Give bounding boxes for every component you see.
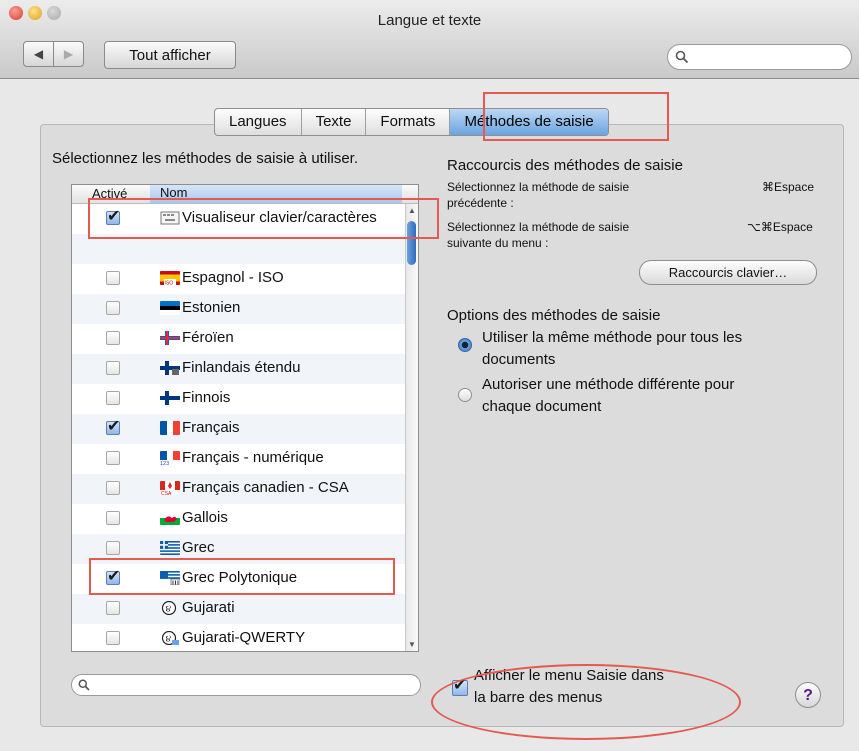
search-icon: [675, 50, 689, 64]
back-arrow-icon: ◀: [33, 47, 44, 61]
wales-flag-icon: [160, 511, 180, 525]
previous-shortcut-label-line1: Sélectionnez la méthode de saisie: [447, 180, 630, 194]
checkbox-enabled[interactable]: [106, 631, 120, 645]
list-item-label: Gujarati: [182, 599, 235, 616]
finland-extended-flag-icon: [160, 361, 180, 375]
list-item[interactable]: Féroïen: [72, 324, 405, 354]
next-shortcut-key[interactable]: ⌥⌘Espace: [747, 220, 813, 234]
checkbox-enabled[interactable]: [106, 301, 120, 315]
search-icon: [78, 679, 90, 691]
faroe-flag-icon: [160, 331, 180, 345]
list-item[interactable]: ISO Espagnol - ISO: [72, 264, 405, 294]
svg-text:123: 123: [160, 461, 169, 465]
tab-texte[interactable]: Texte: [302, 109, 367, 135]
svg-text:ISO: ISO: [165, 281, 174, 286]
list-item[interactable]: Gallois: [72, 504, 405, 534]
annotation-box-keyboard-viewer: [88, 198, 439, 239]
list-item[interactable]: Finnois: [72, 384, 405, 414]
options-heading: Options des méthodes de saisie: [447, 307, 661, 324]
svg-text:CSA: CSA: [161, 491, 172, 495]
list-item-label: Estonien: [182, 299, 241, 316]
list-item-label: Gujarati-QWERTY: [182, 629, 306, 646]
list-item-label: Français canadien - CSA: [182, 479, 349, 496]
svg-text:૪: ૪: [166, 635, 172, 645]
list-item-label: Espagnol - ISO: [182, 269, 284, 286]
list-item-label: Gallois: [182, 509, 228, 526]
back-button[interactable]: ◀: [23, 41, 54, 67]
help-button[interactable]: ?: [795, 682, 821, 708]
keyboard-shortcuts-button[interactable]: Raccourcis clavier…: [639, 260, 817, 285]
greece-flag-icon: [160, 541, 180, 555]
checkbox-enabled[interactable]: [106, 331, 120, 345]
list-item[interactable]: Français: [72, 414, 405, 444]
previous-shortcut-label-line2: précédente :: [447, 196, 514, 210]
gujarati-qwerty-icon: ૪: [161, 631, 179, 645]
forward-arrow-icon: ▶: [63, 47, 74, 61]
checkbox-enabled[interactable]: [106, 391, 120, 405]
radio-different-label-line1: Autoriser une méthode différente pour: [482, 376, 735, 393]
france-flag-icon: [160, 421, 180, 435]
show-all-button[interactable]: Tout afficher: [104, 41, 236, 69]
checkbox-enabled[interactable]: [106, 451, 120, 465]
list-item[interactable]: ૪ Gujarati-QWERTY: [72, 624, 405, 651]
radio-different-method[interactable]: [458, 388, 472, 402]
canada-csa-flag-icon: CSA: [160, 481, 180, 495]
tab-formats[interactable]: Formats: [366, 109, 451, 135]
finland-flag-icon: [160, 391, 180, 405]
estonia-flag-icon: [160, 301, 180, 315]
gujarati-icon: ૪: [161, 601, 177, 615]
forward-button[interactable]: ▶: [53, 41, 84, 67]
radio-same-label-line1: Utiliser la même méthode pour tous les: [482, 329, 743, 346]
annotation-box-grec-polytonique: [89, 558, 395, 595]
checkbox-enabled[interactable]: [106, 416, 120, 436]
shortcuts-heading: Raccourcis des méthodes de saisie: [447, 157, 683, 174]
search-input[interactable]: [667, 44, 852, 70]
list-search-input[interactable]: [71, 674, 421, 696]
list-item[interactable]: ૪ Gujarati: [72, 594, 405, 624]
list-item-label: Grec: [182, 539, 215, 556]
next-shortcut-label-line1: Sélectionnez la méthode de saisie: [447, 220, 630, 234]
list-item[interactable]: Estonien: [72, 294, 405, 324]
checkbox-enabled[interactable]: [106, 541, 120, 555]
list-item-label: Finlandais étendu: [182, 359, 301, 376]
list-item-label: Français - numérique: [182, 449, 324, 466]
list-scrollbar[interactable]: ▲ ▼: [405, 204, 418, 651]
list-item[interactable]: 123 Français - numérique: [72, 444, 405, 474]
list-item-label: Féroïen: [182, 329, 234, 346]
previous-shortcut-key[interactable]: ⌘Espace: [762, 180, 814, 194]
list-item-label: Français: [182, 419, 240, 436]
annotation-oval-menu-option: [431, 664, 741, 740]
radio-different-label-line2: chaque document: [482, 398, 602, 415]
checkbox-enabled[interactable]: [106, 481, 120, 495]
checkbox-enabled[interactable]: [106, 511, 120, 525]
next-shortcut-label-line2: suivante du menu :: [447, 236, 549, 250]
list-item[interactable]: CSA Français canadien - CSA: [72, 474, 405, 504]
input-methods-instruction: Sélectionnez les méthodes de saisie à ut…: [52, 150, 359, 167]
radio-same-method[interactable]: [458, 338, 472, 352]
radio-same-label-line2: documents: [482, 351, 556, 368]
svg-text:૪: ૪: [166, 605, 172, 615]
checkbox-enabled[interactable]: [106, 361, 120, 375]
tab-langues[interactable]: Langues: [215, 109, 302, 135]
title-bar: Langue et texte ◀ ▶ Tout afficher: [0, 0, 859, 79]
list-item-label: Finnois: [182, 389, 231, 406]
annotation-box-tab: [483, 92, 669, 141]
checkbox-enabled[interactable]: [106, 271, 120, 285]
spain-iso-flag-icon: ISO: [160, 271, 180, 285]
checkbox-enabled[interactable]: [106, 601, 120, 615]
france-numeric-flag-icon: 123: [160, 451, 180, 465]
list-item[interactable]: Finlandais étendu: [72, 354, 405, 384]
scroll-down-icon[interactable]: ▼: [408, 640, 416, 649]
window-title: Langue et texte: [377, 12, 482, 29]
